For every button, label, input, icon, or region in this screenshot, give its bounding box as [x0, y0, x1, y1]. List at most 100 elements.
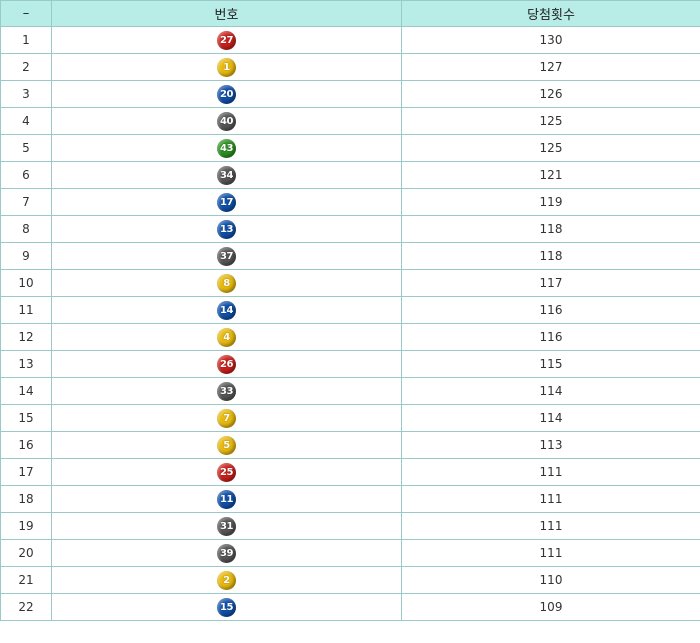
number-cell: 34 [51, 161, 402, 189]
number-cell: 13 [51, 215, 402, 243]
number-cell: 31 [51, 512, 402, 540]
win-count-cell: 111 [401, 539, 700, 567]
number-cell: 2 [51, 566, 402, 594]
number-header: 번호 [51, 0, 402, 27]
table-row: 11 14 116 [0, 296, 700, 324]
table-row: 7 17 119 [0, 188, 700, 216]
table-row: 2 1 127 [0, 53, 700, 81]
win-count-cell: 114 [401, 404, 700, 432]
table-row: 4 40 125 [0, 107, 700, 135]
number-cell: 8 [51, 269, 402, 297]
win-count-cell: 125 [401, 134, 700, 162]
table-row: 13 26 115 [0, 350, 700, 378]
rank-cell: 5 [0, 134, 52, 162]
table-row: 14 33 114 [0, 377, 700, 405]
lotto-ball: 15 [217, 597, 236, 617]
lotto-ball: 25 [217, 462, 236, 482]
lotto-ball: 4 [217, 327, 236, 347]
win-count-cell: 110 [401, 566, 700, 594]
rank-cell: 13 [0, 350, 52, 378]
lotto-ball: 1 [217, 57, 236, 77]
win-count-cell: 118 [401, 242, 700, 270]
table-row: 20 39 111 [0, 539, 700, 567]
lotto-ball: 26 [217, 354, 236, 374]
win-count-cell: 115 [401, 350, 700, 378]
rank-cell: 22 [0, 593, 52, 621]
table-row: 6 34 121 [0, 161, 700, 189]
lotto-ball: 37 [217, 246, 236, 266]
table-row: 15 7 114 [0, 404, 700, 432]
table-header-row: – 번호 당첨횟수 [0, 0, 700, 27]
table-row: 17 25 111 [0, 458, 700, 486]
lotto-ball: 33 [217, 381, 236, 401]
table-row: 18 11 111 [0, 485, 700, 513]
number-cell: 4 [51, 323, 402, 351]
lotto-ball: 39 [217, 543, 236, 563]
lotto-ball: 8 [217, 273, 236, 293]
win-count-cell: 117 [401, 269, 700, 297]
number-cell: 26 [51, 350, 402, 378]
lotto-ball: 17 [217, 192, 236, 212]
rank-cell: 10 [0, 269, 52, 297]
rank-cell: 15 [0, 404, 52, 432]
number-cell: 25 [51, 458, 402, 486]
rank-cell: 21 [0, 566, 52, 594]
win-count-cell: 116 [401, 323, 700, 351]
win-count-cell: 130 [401, 26, 700, 54]
lotto-ball: 43 [217, 138, 236, 158]
lotto-ball: 20 [217, 84, 236, 104]
number-cell: 40 [51, 107, 402, 135]
win-count-cell: 116 [401, 296, 700, 324]
number-cell: 39 [51, 539, 402, 567]
rank-cell: 7 [0, 188, 52, 216]
number-cell: 17 [51, 188, 402, 216]
rank-cell: 11 [0, 296, 52, 324]
lotto-ball: 27 [217, 30, 236, 50]
rank-header: – [0, 0, 52, 27]
lotto-ball: 2 [217, 570, 236, 590]
rank-cell: 14 [0, 377, 52, 405]
win-count-cell: 114 [401, 377, 700, 405]
rank-cell: 18 [0, 485, 52, 513]
table-row: 16 5 113 [0, 431, 700, 459]
win-count-cell: 111 [401, 458, 700, 486]
table-row: 9 37 118 [0, 242, 700, 270]
lotto-ball: 5 [217, 435, 236, 455]
win-count-cell: 111 [401, 485, 700, 513]
rank-cell: 16 [0, 431, 52, 459]
number-cell: 1 [51, 53, 402, 81]
win-count-cell: 126 [401, 80, 700, 108]
number-cell: 43 [51, 134, 402, 162]
rank-cell: 12 [0, 323, 52, 351]
table-row: 1 27 130 [0, 26, 700, 54]
rank-cell: 6 [0, 161, 52, 189]
win-count-cell: 111 [401, 512, 700, 540]
number-cell: 5 [51, 431, 402, 459]
lotto-ball: 14 [217, 300, 236, 320]
rank-cell: 9 [0, 242, 52, 270]
number-cell: 27 [51, 26, 402, 54]
win-count-cell: 113 [401, 431, 700, 459]
win-count-cell: 121 [401, 161, 700, 189]
rank-cell: 2 [0, 53, 52, 81]
win-count-cell: 119 [401, 188, 700, 216]
number-cell: 33 [51, 377, 402, 405]
table-row: 10 8 117 [0, 269, 700, 297]
rank-cell: 4 [0, 107, 52, 135]
rank-cell: 17 [0, 458, 52, 486]
lotto-ball: 40 [217, 111, 236, 131]
table-row: 5 43 125 [0, 134, 700, 162]
table-row: 8 13 118 [0, 215, 700, 243]
number-cell: 7 [51, 404, 402, 432]
table-row: 22 15 109 [0, 593, 700, 621]
number-cell: 20 [51, 80, 402, 108]
lotto-ball: 13 [217, 219, 236, 239]
rank-cell: 3 [0, 80, 52, 108]
number-cell: 14 [51, 296, 402, 324]
win-count-cell: 127 [401, 53, 700, 81]
number-cell: 15 [51, 593, 402, 621]
number-cell: 11 [51, 485, 402, 513]
win-count-header: 당첨횟수 [401, 0, 700, 27]
lotto-ball: 34 [217, 165, 236, 185]
win-count-cell: 125 [401, 107, 700, 135]
